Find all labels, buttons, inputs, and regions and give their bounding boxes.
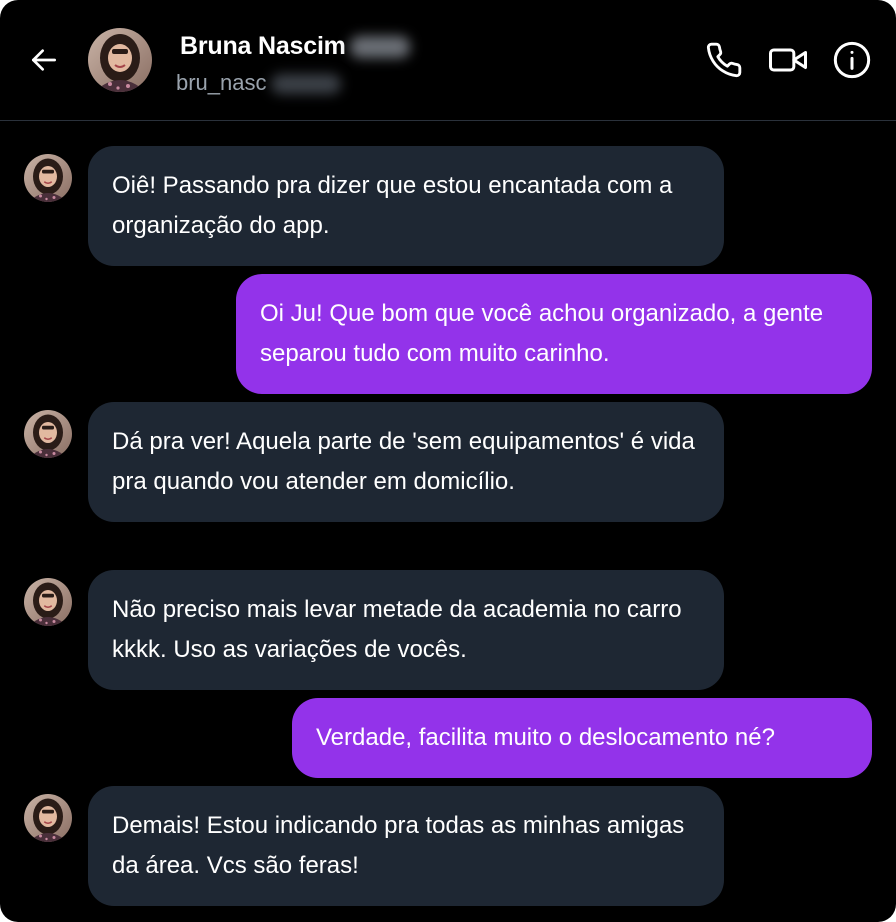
outgoing-message[interactable]: Verdade, facilita muito o deslocamento n… — [292, 698, 872, 778]
back-button[interactable] — [24, 40, 64, 80]
blurred-name-suffix — [349, 36, 410, 59]
incoming-message[interactable]: Demais! Estou indicando pra todas as min… — [88, 786, 724, 906]
contact-name-text: Bruna Nascim — [180, 32, 346, 60]
incoming-message[interactable]: Dá pra ver! Aquela parte de 'sem equipam… — [88, 402, 724, 522]
video-call-button[interactable] — [766, 38, 810, 82]
contact-avatar[interactable] — [88, 28, 152, 92]
sender-avatar — [24, 794, 72, 842]
chat-header: Bruna Nascim bru_nasc — [0, 0, 896, 121]
video-camera-icon — [769, 48, 807, 72]
sender-avatar — [24, 578, 72, 626]
info-icon — [833, 41, 871, 79]
message-list: Oiê! Passando pra dizer que estou encant… — [0, 121, 896, 922]
contact-name: Bruna Nascim — [180, 32, 410, 61]
info-button[interactable] — [830, 38, 874, 82]
call-button[interactable] — [702, 38, 746, 82]
sender-avatar — [24, 410, 72, 458]
incoming-message[interactable]: Não preciso mais levar metade da academi… — [88, 570, 724, 690]
outgoing-message[interactable]: Oi Ju! Que bom que você achou organizado… — [236, 274, 872, 394]
chat-window: Bruna Nascim bru_nasc Oiê! Passando pra … — [0, 0, 896, 922]
contact-handle: bru_nasc — [176, 70, 341, 96]
sender-avatar — [24, 154, 72, 202]
blurred-handle-suffix — [270, 74, 341, 95]
arrow-left-icon — [32, 49, 56, 71]
phone-icon — [706, 42, 742, 78]
contact-handle-text: bru_nasc — [176, 70, 267, 95]
incoming-message[interactable]: Oiê! Passando pra dizer que estou encant… — [88, 146, 724, 266]
